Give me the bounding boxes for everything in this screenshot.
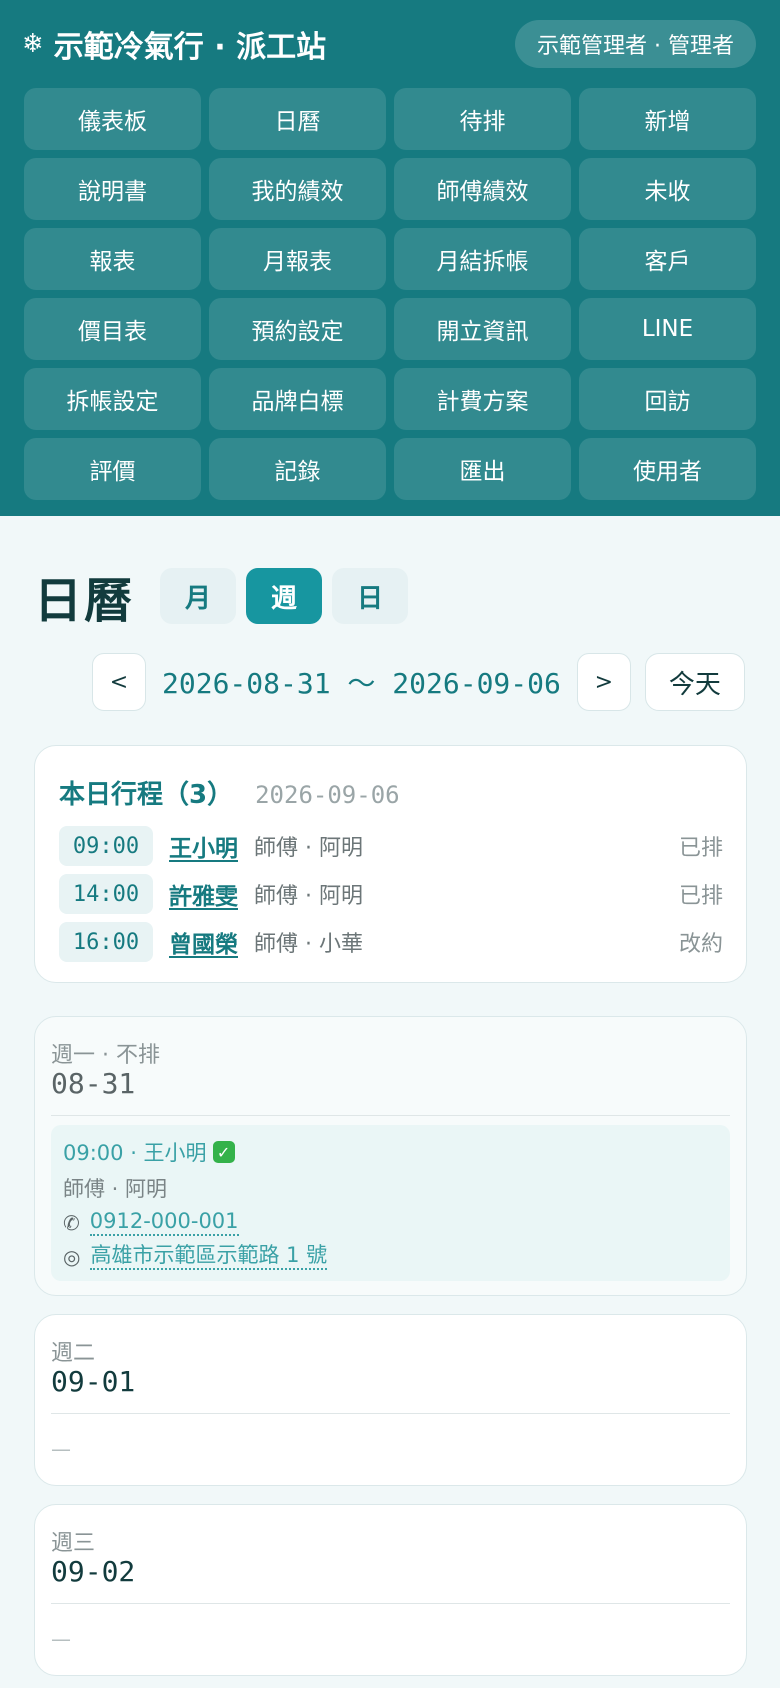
nav-line[interactable]: LINE — [579, 298, 756, 360]
nav-manual[interactable]: 說明書 — [24, 158, 201, 220]
day-date: 09-01 — [51, 1365, 136, 1398]
day-label: 週三 — [51, 1531, 96, 1556]
nav-unpaid[interactable]: 未收 — [579, 158, 756, 220]
nav-my-performance[interactable]: 我的績效 — [209, 158, 386, 220]
status-label: 已排 — [678, 836, 723, 861]
nav-follow-up[interactable]: 回訪 — [579, 368, 756, 430]
appointment-card[interactable]: 09:00 · 王小明 ✓ 師傅 · 阿明 ✆ 0912-000-001 ◎ 高… — [51, 1125, 730, 1281]
nav-monthly-report[interactable]: 月報表 — [209, 228, 386, 290]
technician-label: 師傅 · 阿明 — [254, 884, 363, 909]
appointment-technician: 師傅 · 阿明 — [63, 1177, 168, 1201]
nav-tech-performance[interactable]: 師傅績效 — [394, 158, 571, 220]
nav-logs[interactable]: 記錄 — [209, 438, 386, 500]
nav-reviews[interactable]: 評價 — [24, 438, 201, 500]
technician-label: 師傅 · 小華 — [254, 932, 363, 957]
customer-link[interactable]: 王小明 — [169, 829, 238, 863]
app-header: ❄ 示範冷氣行 · 派工站 示範管理者 · 管理者 儀表板 日曆 待排 新增 說… — [0, 0, 780, 516]
day-label: 週一 · 不排 — [51, 1043, 160, 1068]
time-chip: 09:00 — [59, 826, 153, 866]
phone-link[interactable]: 0912-000-001 — [89, 1209, 239, 1237]
address-row: ◎ 高雄市示範區示範路 1 號 — [63, 1243, 328, 1271]
today-schedule-card: 本日行程（3） 2026-09-06 09:00 王小明 師傅 · 阿明 已排 … — [34, 745, 747, 983]
nav-price-list[interactable]: 價目表 — [24, 298, 201, 360]
next-week-button[interactable]: > — [576, 653, 631, 711]
nav-split-settings[interactable]: 拆帳設定 — [24, 368, 201, 430]
day-card-monday: 週一 · 不排 08-31 09:00 · 王小明 ✓ 師傅 · 阿明 ✆ 09… — [34, 1016, 747, 1296]
snowflake-icon: ❄ — [22, 29, 44, 59]
customer-link[interactable]: 曾國榮 — [169, 925, 238, 959]
check-icon: ✓ — [212, 1141, 235, 1163]
date-range-nav: < 2026-08-31 ～ 2026-09-06 > 今天 — [92, 652, 748, 712]
nav-invoice-info[interactable]: 開立資訊 — [394, 298, 571, 360]
phone-row: ✆ 0912-000-001 — [63, 1209, 239, 1237]
nav-billing-plan[interactable]: 計費方案 — [394, 368, 571, 430]
chevron-left-icon: < — [109, 669, 129, 695]
nav-dashboard[interactable]: 儀表板 — [24, 88, 201, 150]
tab-month[interactable]: 月 — [160, 568, 237, 624]
list-item: 09:00 王小明 師傅 · 阿明 已排 — [59, 822, 723, 870]
appointment-header: 09:00 · 王小明 ✓ — [63, 1137, 235, 1167]
prev-week-button[interactable]: < — [92, 653, 146, 711]
brand-name: 示範冷氣行 · 派工站 — [53, 30, 327, 65]
technician-label: 師傅 · 阿明 — [254, 836, 363, 861]
appointment-title: 09:00 · 王小明 — [63, 1141, 207, 1165]
empty-placeholder: — — [51, 1627, 71, 1651]
phone-icon: ✆ — [63, 1210, 80, 1235]
today-schedule-date: 2026-09-06 — [255, 781, 400, 809]
divider — [51, 1115, 730, 1116]
day-date: 08-31 — [51, 1067, 136, 1100]
nav-white-label[interactable]: 品牌白標 — [209, 368, 386, 430]
list-item: 14:00 許雅雯 師傅 · 阿明 已排 — [59, 870, 723, 918]
page-title: 日曆 — [34, 573, 135, 629]
divider — [51, 1603, 730, 1604]
chevron-right-icon: > — [594, 669, 614, 695]
day-date: 09-02 — [51, 1555, 136, 1588]
day-card-tuesday: 週二 09-01 — — [34, 1314, 747, 1486]
list-item: 16:00 曾國榮 師傅 · 小華 改約 — [59, 918, 723, 966]
nav-new[interactable]: 新增 — [579, 88, 756, 150]
nav-users[interactable]: 使用者 — [579, 438, 756, 500]
today-button[interactable]: 今天 — [644, 653, 745, 711]
nav-monthly-split[interactable]: 月結拆帳 — [394, 228, 571, 290]
address-link[interactable]: 高雄市示範區示範路 1 號 — [90, 1243, 328, 1271]
main-nav: 儀表板 日曆 待排 新增 說明書 我的績效 師傅績效 未收 報表 月報表 月結拆… — [24, 88, 756, 500]
date-range-label: 2026-08-31 ～ 2026-09-06 — [162, 667, 561, 700]
day-card-wednesday: 週三 09-02 — — [34, 1504, 747, 1676]
nav-customers[interactable]: 客戶 — [579, 228, 756, 290]
user-menu-button[interactable]: 示範管理者 · 管理者 — [515, 20, 756, 68]
divider — [51, 1413, 730, 1414]
status-label: 改約 — [678, 932, 723, 957]
nav-export[interactable]: 匯出 — [394, 438, 571, 500]
time-chip: 16:00 — [59, 922, 153, 962]
day-label: 週二 — [51, 1341, 96, 1366]
compass-icon: ◎ — [63, 1244, 81, 1269]
status-label: 已排 — [678, 884, 723, 909]
customer-link[interactable]: 許雅雯 — [169, 877, 238, 911]
empty-placeholder: — — [51, 1437, 71, 1461]
brand: ❄ 示範冷氣行 · 派工站 — [22, 22, 326, 66]
nav-calendar[interactable]: 日曆 — [209, 88, 386, 150]
tab-week[interactable]: 週 — [246, 568, 323, 624]
today-schedule-title: 本日行程（3） — [59, 780, 234, 810]
nav-pending[interactable]: 待排 — [394, 88, 571, 150]
calendar-title-row: 日曆 月 週 日 — [34, 566, 409, 629]
tab-day[interactable]: 日 — [332, 568, 409, 624]
nav-booking-settings[interactable]: 預約設定 — [209, 298, 386, 360]
nav-reports[interactable]: 報表 — [24, 228, 201, 290]
time-chip: 14:00 — [59, 874, 153, 914]
